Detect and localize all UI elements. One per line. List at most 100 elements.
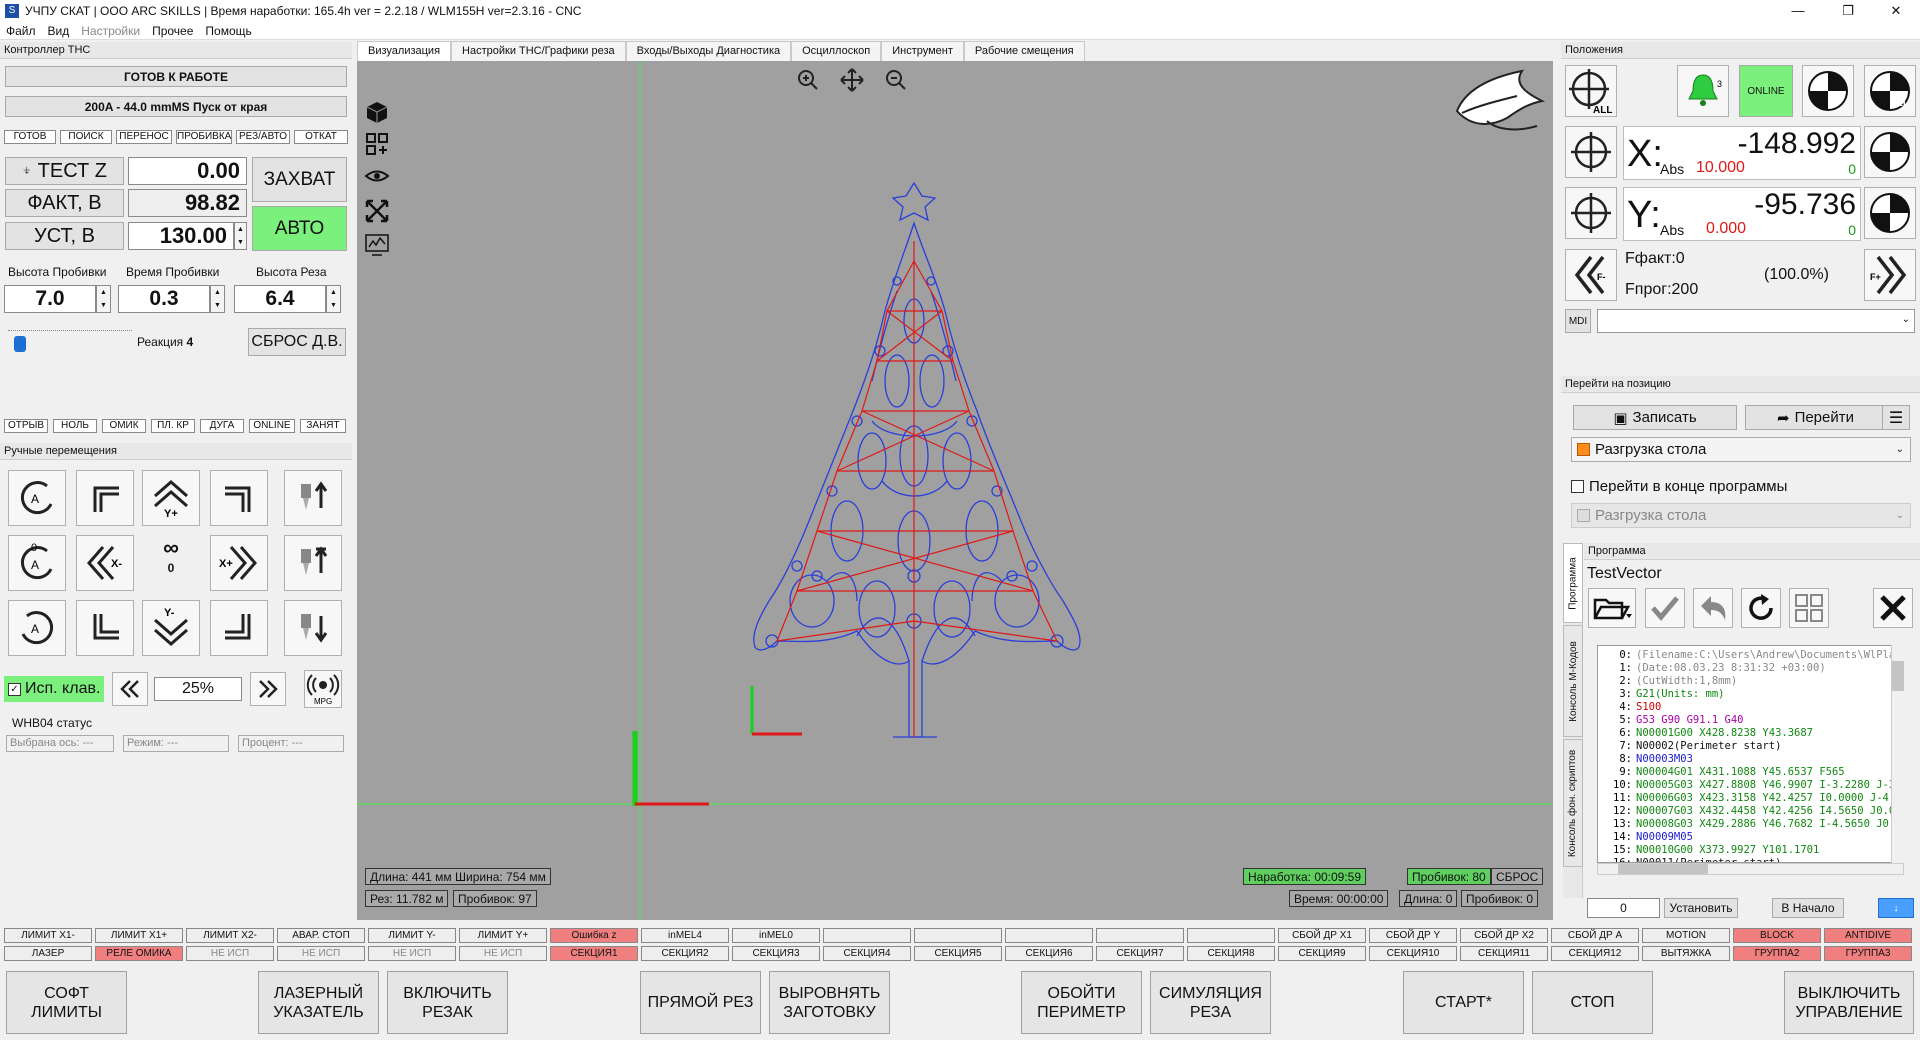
auto-button[interactable]: АВТО — [252, 206, 347, 251]
z-up-fast-icon[interactable] — [284, 470, 342, 526]
cut-height-spinner[interactable]: ▲ ▼ — [326, 285, 341, 313]
jog-y-plus-icon[interactable]: Y+ — [142, 470, 200, 526]
menu-file[interactable]: Файл — [6, 24, 36, 38]
gcode-line[interactable]: 15: N00010G00 X373.9927 Y101.1701 — [1600, 844, 1901, 857]
gcode-line[interactable]: 0: (Filename:C:\Users\Andrew\Documents\Wl… — [1600, 649, 1903, 662]
gcode-hscrollbar[interactable] — [1597, 863, 1904, 875]
save-position-button[interactable]: ▣ Записать — [1573, 405, 1737, 430]
menu-other[interactable]: Прочее — [152, 24, 193, 38]
side-tab-scripts[interactable]: Консоль фон. скриптов — [1563, 739, 1583, 867]
power-off-button[interactable]: ВЫКЛЮЧИТЬ УПРАВЛЕНИЕ — [1784, 971, 1914, 1034]
mdi-input[interactable]: ⌄ — [1597, 309, 1915, 333]
go-position-button[interactable]: ➦ Перейти — [1745, 405, 1886, 430]
menu-settings[interactable]: Настройки — [81, 24, 140, 38]
test-z-button[interactable]: ⍖ ТЕСТ Z — [5, 157, 124, 185]
jog-x-minus-icon[interactable]: X- — [76, 535, 134, 591]
jog-x-plus-icon[interactable]: X+ — [210, 535, 268, 591]
monitor-chart-icon[interactable] — [362, 231, 392, 259]
rotate-a-cw-icon[interactable]: A — [8, 600, 66, 656]
zero-x-icon[interactable] — [1565, 126, 1617, 178]
gcode-line[interactable]: 2: (CutWidth:1,8mm) — [1600, 675, 1901, 688]
start-button[interactable]: СТАРТ* — [1403, 971, 1524, 1034]
tab-thc-settings[interactable]: Настройки ТНС/Графики реза — [451, 41, 626, 61]
gcode-line[interactable]: 6: N00001G00 X428.8238 Y43.3687 — [1600, 727, 1901, 740]
jog-down-right-icon[interactable] — [210, 600, 268, 656]
gcode-line[interactable]: 5: G53 G90 G91.1 G40 — [1600, 714, 1901, 727]
layers-icon[interactable] — [362, 130, 392, 158]
gcode-line[interactable]: 9: N00004G01 X431.1088 Y45.6537 F565 — [1600, 766, 1901, 779]
side-tab-mcodes[interactable]: Консоль М-Кодов — [1563, 625, 1583, 737]
capture-button[interactable]: ЗАХВАТ — [252, 157, 347, 202]
trace-perimeter-button[interactable]: ОБОЙТИ ПЕРИМЕТР — [1021, 971, 1142, 1034]
tab-oscilloscope[interactable]: Осциллоскоп — [791, 41, 882, 61]
pierce-time-spinner[interactable]: ▲ ▼ — [210, 285, 225, 313]
jog-speed-input[interactable]: 25% — [154, 677, 242, 701]
minimize-button[interactable]: — — [1775, 0, 1821, 22]
gcode-line[interactable]: 11: N00006G03 X423.3158 Y42.4257 I0.0000 … — [1600, 792, 1901, 805]
use-keyboard-checkbox[interactable]: ✓ Исп. клав. — [4, 676, 104, 702]
close-program-icon[interactable] — [1873, 588, 1913, 628]
open-folder-icon[interactable] — [1588, 588, 1636, 628]
jog-up-right-icon[interactable] — [210, 470, 268, 526]
tab-io-diagnostics[interactable]: Входы/Выходы Диагностика — [625, 41, 792, 61]
pan-icon[interactable] — [836, 66, 868, 94]
feed-increase-icon[interactable]: F+ — [1864, 249, 1916, 301]
home-all-icon[interactable]: ALL — [1864, 65, 1916, 117]
reaction-slider-track[interactable] — [8, 330, 132, 338]
menu-help[interactable]: Помощь — [205, 24, 251, 38]
gcode-line[interactable]: 7: N00002(Perimeter start) — [1600, 740, 1901, 753]
mpg-wireless-icon[interactable]: MPG — [304, 670, 342, 708]
home-y-icon[interactable] — [1864, 187, 1916, 239]
grid-view-icon[interactable] — [1789, 588, 1829, 628]
pierce-height-spinner[interactable]: ▲ ▼ — [96, 285, 111, 313]
zero-all-icon[interactable]: ALL — [1565, 65, 1617, 117]
close-button[interactable]: ✕ — [1873, 0, 1919, 22]
set-a-zero-icon[interactable]: 0A — [8, 535, 66, 591]
zoom-out-icon[interactable] — [880, 66, 912, 94]
pierce-time-input[interactable]: 0.3 — [118, 285, 210, 313]
maximize-button[interactable]: ❐ — [1825, 0, 1871, 22]
jog-y-minus-icon[interactable]: Y- — [142, 600, 200, 656]
scroll-down-button[interactable]: ↓ — [1878, 898, 1914, 918]
3d-view-icon[interactable] — [362, 98, 392, 126]
eye-icon[interactable] — [362, 162, 392, 190]
to-start-button[interactable]: В Начало — [1772, 898, 1844, 918]
zero-y-icon[interactable] — [1565, 187, 1617, 239]
jog-up-left-icon[interactable] — [76, 470, 134, 526]
gcode-line[interactable]: 10: N00005G03 X427.8808 Y46.9907 I-3.2280… — [1600, 779, 1903, 792]
gcode-listing[interactable]: 0: (Filename:C:\Users\Andrew\Documents\Wl… — [1597, 645, 1904, 863]
tab-work-offsets[interactable]: Рабочие смещения — [963, 41, 1085, 61]
reaction-slider-handle[interactable] — [14, 336, 26, 352]
tab-tool[interactable]: Инструмент — [881, 41, 964, 61]
jog-down-left-icon[interactable] — [76, 600, 134, 656]
hamburger-menu-icon[interactable]: ☰ — [1882, 405, 1910, 430]
torch-on-button[interactable]: ВКЛЮЧИТЬ РЕЗАК — [387, 971, 508, 1034]
zero-z-icon[interactable]: Z — [1802, 65, 1854, 117]
check-program-icon[interactable] — [1645, 588, 1685, 628]
align-sheet-button[interactable]: ВЫРОВНЯТЬ ЗАГОТОВКУ — [769, 971, 890, 1034]
gcode-line[interactable]: 3: G21(Units: mm) — [1600, 688, 1901, 701]
straight-cut-button[interactable]: ПРЯМОЙ РЕЗ — [640, 971, 761, 1034]
undo-icon[interactable] — [1693, 588, 1733, 628]
bell-icon[interactable]: 3 — [1677, 65, 1729, 117]
z-down-icon[interactable] — [284, 600, 342, 656]
simulate-cut-button[interactable]: СИМУЛЯЦИЯ РЕЗА — [1150, 971, 1271, 1034]
gcode-line[interactable]: 14: N00009M05 — [1600, 831, 1901, 844]
feed-decrease-icon[interactable]: F- — [1565, 249, 1617, 301]
gcode-line[interactable]: 12: N00007G03 X432.4458 Y42.4256 I4.5650 … — [1600, 805, 1901, 818]
gcode-line[interactable]: 13: N00008G03 X429.2886 Y46.7682 I-4.5650… — [1600, 818, 1903, 831]
set-line-button[interactable]: Установить — [1664, 898, 1738, 918]
set-voltage-spinner[interactable]: ▲ ▼ — [234, 222, 247, 250]
fit-view-icon[interactable] — [362, 197, 392, 225]
goto-at-end-checkbox[interactable]: Перейти в конце программы — [1571, 478, 1787, 495]
preset-select[interactable]: Разгрузка стола ⌄ — [1571, 437, 1911, 462]
set-voltage-input[interactable]: 130.00 — [128, 222, 234, 250]
side-tab-program[interactable]: Программа — [1563, 543, 1583, 623]
cut-height-input[interactable]: 6.4 — [234, 285, 326, 313]
menu-view[interactable]: Вид — [48, 24, 70, 38]
tab-visualization[interactable]: Визуализация — [357, 41, 452, 61]
stop-button[interactable]: СТОП — [1532, 971, 1653, 1034]
line-number-input[interactable]: 0 — [1587, 898, 1660, 918]
speed-decrease-icon[interactable] — [112, 672, 148, 706]
end-preset-select[interactable]: Разгрузка стола ⌄ — [1571, 503, 1911, 528]
